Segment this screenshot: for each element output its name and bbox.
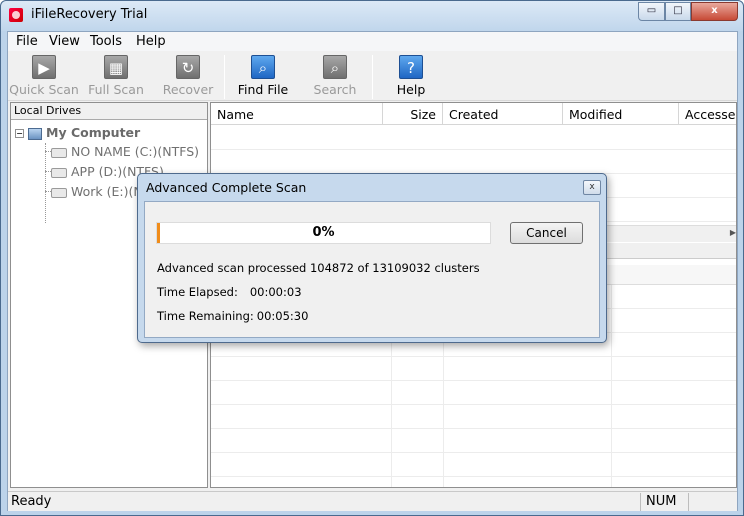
grid-line bbox=[211, 404, 736, 405]
find-file-button[interactable]: ⌕ Find File bbox=[227, 53, 299, 99]
grid-line bbox=[611, 285, 612, 487]
scan-icon: ▦ bbox=[104, 55, 128, 79]
column-header-created[interactable]: Created bbox=[443, 103, 563, 125]
column-header-size[interactable]: Size bbox=[383, 103, 443, 125]
help-button[interactable]: ? Help bbox=[375, 53, 447, 99]
tree-connector bbox=[45, 143, 46, 223]
dialog-close-button[interactable]: x bbox=[583, 180, 601, 195]
grid-line bbox=[211, 380, 736, 381]
search-button[interactable]: ⌕ Search bbox=[299, 53, 371, 99]
tree-item-label: NO NAME (C:)(NTFS) bbox=[71, 144, 200, 159]
dialog-title: Advanced Complete Scan bbox=[146, 180, 307, 195]
column-header-modified[interactable]: Modified bbox=[563, 103, 679, 125]
time-elapsed: Time Elapsed: 00:00:03 bbox=[157, 285, 302, 299]
menu-file[interactable]: File bbox=[16, 34, 38, 49]
grid-line bbox=[211, 149, 736, 150]
time-remaining: Time Remaining: 00:05:30 bbox=[157, 309, 308, 323]
search-icon: ⌕ bbox=[323, 55, 347, 79]
scan-progress-bar: 0% bbox=[156, 222, 491, 244]
menu-view[interactable]: View bbox=[49, 34, 80, 49]
recover-icon: ↻ bbox=[176, 55, 200, 79]
column-header-name[interactable]: Name bbox=[211, 103, 383, 125]
status-separator bbox=[640, 493, 641, 511]
status-text: Ready bbox=[11, 494, 52, 509]
close-button[interactable]: x bbox=[691, 2, 738, 21]
recover-label: Recover bbox=[162, 82, 214, 97]
drive-icon bbox=[51, 187, 67, 198]
search-label: Search bbox=[313, 82, 357, 97]
toolbar-separator bbox=[372, 55, 373, 99]
maximize-button[interactable]: □ bbox=[665, 2, 691, 21]
toolbar-separator bbox=[224, 55, 225, 99]
drives-panel-header: Local Drives bbox=[11, 103, 207, 120]
scroll-right-icon[interactable]: ▶ bbox=[730, 228, 736, 237]
title-bar[interactable]: iFileRecovery Trial ▭ □ x bbox=[1, 1, 743, 31]
recover-button[interactable]: ↻ Recover bbox=[152, 53, 224, 99]
grid-line bbox=[211, 452, 736, 453]
minimize-button[interactable]: ▭ bbox=[638, 2, 665, 21]
full-scan-label: Full Scan bbox=[88, 82, 144, 97]
menu-help[interactable]: Help bbox=[136, 34, 166, 49]
scan-progress-dialog: Advanced Complete Scan x 0% Cancel Advan… bbox=[137, 173, 607, 343]
drive-icon bbox=[51, 167, 67, 178]
cancel-button[interactable]: Cancel bbox=[510, 222, 583, 244]
progress-percent: 0% bbox=[312, 225, 335, 240]
dialog-body: 0% Cancel Advanced scan processed 104872… bbox=[144, 201, 600, 338]
help-icon: ? bbox=[399, 55, 423, 79]
help-label: Help bbox=[396, 82, 426, 97]
status-separator bbox=[688, 493, 689, 511]
num-lock-indicator: NUM bbox=[646, 494, 677, 509]
find-file-label: Find File bbox=[237, 82, 289, 97]
tree-root-my-computer[interactable]: − My Computer bbox=[15, 125, 140, 143]
play-icon: ▶ bbox=[32, 55, 56, 79]
grid-line bbox=[211, 428, 736, 429]
collapse-icon[interactable]: − bbox=[15, 129, 24, 138]
magnifier-icon: ⌕ bbox=[251, 55, 275, 79]
tree-root-label: My Computer bbox=[46, 125, 141, 140]
time-elapsed-label: Time Elapsed: bbox=[157, 285, 238, 299]
status-bar: Ready NUM bbox=[8, 491, 737, 511]
time-remaining-label: Time Remaining: bbox=[157, 309, 254, 323]
toolbar: ▶ Quick Scan ▦ Full Scan ↻ Recover ⌕ Fin… bbox=[8, 51, 737, 101]
drive-icon bbox=[51, 147, 67, 158]
quick-scan-button[interactable]: ▶ Quick Scan bbox=[8, 53, 80, 99]
scan-processed-text: Advanced scan processed 104872 of 131090… bbox=[157, 261, 480, 275]
tree-item-drive-c[interactable]: NO NAME (C:)(NTFS) bbox=[51, 144, 199, 162]
window-title: iFileRecovery Trial bbox=[31, 7, 148, 22]
time-remaining-value: 00:05:30 bbox=[256, 309, 309, 323]
menu-tools[interactable]: Tools bbox=[90, 34, 122, 49]
grid-line bbox=[211, 356, 736, 357]
quick-scan-label: Quick Scan bbox=[9, 82, 79, 97]
time-elapsed-value: 00:00:03 bbox=[249, 285, 302, 299]
app-logo-icon bbox=[9, 8, 23, 22]
menu-bar: File View Tools Help bbox=[8, 32, 737, 51]
column-header-accessed[interactable]: Accessed bbox=[679, 103, 736, 125]
computer-icon bbox=[28, 127, 42, 140]
full-scan-button[interactable]: ▦ Full Scan bbox=[80, 53, 152, 99]
grid-line bbox=[211, 476, 736, 477]
